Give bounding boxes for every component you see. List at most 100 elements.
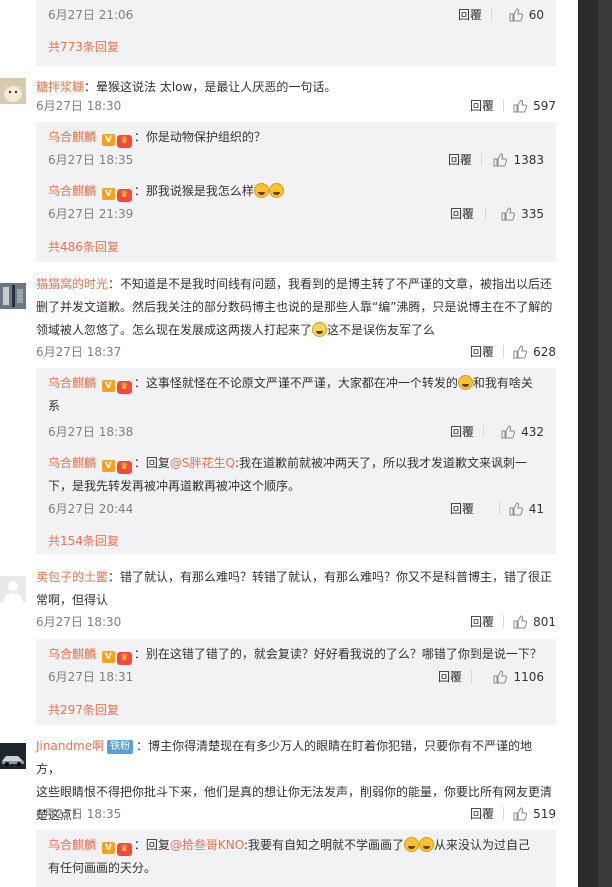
like-count: 801: [533, 615, 556, 629]
reply-meta: 6月27日 18:35 回覆 1383: [48, 151, 544, 169]
reply-text: :我要有自知之明就不学画画了: [243, 838, 405, 852]
comment-body: 猫猫窝的时光：不知道是不是我时间线有问题，我看到的是博主转了不严谨的文章，被指出…: [36, 277, 553, 337]
sweat-emoji-icon: [457, 375, 473, 390]
like-button[interactable]: 1106: [493, 668, 544, 686]
like-count: 1106: [513, 670, 544, 684]
comment-author[interactable]: Jinandme啊: [36, 739, 104, 753]
member-badge-icon: ♛: [116, 461, 132, 474]
like-button[interactable]: 60: [509, 6, 544, 24]
laughing-emoji-icon: [419, 837, 435, 852]
reply-timestamp: 6月27日 18:38: [48, 425, 134, 439]
like-count: 1383: [513, 153, 544, 167]
like-button[interactable]: 1383: [493, 151, 544, 169]
reply-button[interactable]: 回覆: [458, 6, 482, 24]
like-count: 597: [533, 99, 556, 113]
like-button[interactable]: 801: [513, 613, 556, 631]
reply-meta: 6月27日 21:06 回覆 60: [48, 6, 544, 24]
reply-author[interactable]: 乌合麒麟: [48, 647, 96, 661]
more-replies-link[interactable]: 共297条回复: [48, 701, 119, 718]
more-replies-link[interactable]: 共773条回复: [48, 38, 119, 55]
reply-body: 乌合麒麟 V ♛ ：那我说猴是我怎么样: [48, 180, 544, 203]
member-badge-icon: ♛: [116, 843, 132, 856]
reply-body: 乌合麒麟 V ♛ ：你是动物保护组织的？: [48, 130, 266, 148]
like-button[interactable]: 519: [513, 805, 556, 823]
scrollbar-thumb[interactable]: [598, 0, 612, 887]
reply-meta: 6月27日 18:31 回覆 1106: [48, 668, 544, 686]
thumbs-up-icon: [501, 207, 516, 221]
reply-meta: 6月27日 21:39 回覆 335: [48, 205, 544, 223]
reply-box: 乌合麒麟 V ♛ ：你是动物保护组织的？ 6月27日 18:35 回覆 1383 乌…: [36, 122, 556, 262]
reply-button[interactable]: 回覆: [450, 423, 474, 441]
reply-button[interactable]: 回覆: [470, 613, 494, 631]
like-count: 519: [533, 807, 556, 821]
like-count: 335: [521, 207, 544, 221]
reply-box: 乌合麒麟 V ♛ ：别在这错了错了的，就会复读？好好看我说的了么？哪错了你到是说一下…: [36, 639, 556, 725]
like-count: 432: [521, 425, 544, 439]
reply-prefix: 回复: [145, 456, 170, 470]
reply-timestamp: 6月27日 20:44: [48, 502, 134, 516]
car-avatar-icon: [0, 743, 26, 769]
reply-timestamp: 6月27日 21:39: [48, 207, 134, 221]
like-button[interactable]: 432: [501, 423, 544, 441]
reply-button[interactable]: 回覆: [448, 151, 472, 169]
reply-body: 乌合麒麟 V ♛ ：回复@S胖花生Q:我在道歉前就被冲两天了，所以我才发道歉文来讽刺…: [48, 456, 527, 493]
comment-author[interactable]: 卖包子的土鳖: [36, 570, 108, 584]
photo-avatar-icon: [0, 283, 26, 309]
like-count: 41: [528, 502, 544, 516]
thumbs-up-icon: [509, 502, 523, 516]
comment-meta: 6月27日 18:30 回覆 801: [36, 613, 556, 631]
like-button[interactable]: 41: [509, 500, 544, 518]
reply-prefix: 回复: [145, 838, 170, 852]
member-badge-icon: ♛: [116, 135, 132, 148]
verified-v-icon: V: [101, 134, 115, 146]
avatar[interactable]: [0, 78, 26, 104]
comment-meta: 6月27日 18:37 回覆 628: [36, 343, 556, 361]
reply-button[interactable]: 回覆: [470, 97, 494, 115]
reply-author[interactable]: 乌合麒麟: [48, 130, 96, 144]
avatar[interactable]: [0, 743, 26, 769]
comment-text: 错了就认，有那么难吗？转错了就认，有那么难吗？你又不是科普博主，错了很正: [120, 570, 553, 584]
avatar[interactable]: [0, 576, 26, 602]
mention-link[interactable]: @拾叁哥KNO: [170, 838, 244, 852]
laughing-emoji-icon: [404, 837, 420, 852]
reply-author[interactable]: 乌合麒麟: [48, 456, 96, 470]
reply-box-top: 6月27日 21:06 回覆 60 共773条回复: [36, 0, 556, 66]
reply-text: 有任何画画的天分。: [48, 861, 157, 875]
comment-author[interactable]: 猫猫窝的时光: [36, 277, 108, 291]
thumbs-up-icon: [513, 99, 528, 113]
more-replies-link[interactable]: 共486条回复: [48, 238, 119, 255]
like-button[interactable]: 597: [513, 97, 556, 115]
reply-button[interactable]: 回覆: [450, 205, 474, 223]
reply-button[interactable]: 回覆: [438, 668, 462, 686]
laughing-emoji-icon: [253, 183, 269, 198]
reply-text: 别在这错了错了的，就会复读？好好看我说的了么？哪错了你到是说一下？: [145, 647, 542, 661]
reply-meta: 6月27日 18:38 回覆 432: [48, 423, 544, 441]
iron-fan-badge: 铁粉: [107, 740, 134, 754]
reply-author[interactable]: 乌合麒麟: [48, 184, 96, 198]
comment-timestamp: 6月27日 18:30: [36, 99, 122, 113]
comment-author[interactable]: 糖拌浆糊: [36, 80, 84, 94]
reply-button[interactable]: 回覆: [450, 500, 474, 518]
reply-text: 和我有啥关: [472, 376, 533, 390]
thumbs-up-icon: [509, 8, 523, 22]
comment-body: 卖包子的土鳖：错了就认，有那么难吗？转错了就认，有那么难吗？你又不是科普博主，错…: [36, 570, 553, 607]
reply-text: 那我说猴是我怎么样: [145, 184, 254, 198]
reply-button[interactable]: 回覆: [470, 343, 494, 361]
cat-avatar-icon: [0, 78, 26, 104]
comment-meta: 6月27日 18:35 回覆 519: [36, 805, 556, 823]
more-replies-link[interactable]: 共154条回复: [48, 532, 119, 549]
reply-button[interactable]: 回覆: [470, 805, 494, 823]
reply-author[interactable]: 乌合麒麟: [48, 376, 96, 390]
like-button[interactable]: 628: [513, 343, 556, 361]
mention-link[interactable]: @S胖花生Q: [170, 456, 235, 470]
laughing-emoji-icon: [268, 183, 284, 198]
reply-body: 乌合麒麟 V ♛ ：别在这错了错了的，就会复读？好好看我说的了么？哪错了你到是说一下…: [48, 647, 542, 665]
verified-v-icon: V: [101, 188, 115, 200]
comment-thread: 6月27日 21:06 回覆 60 共773条回复 糖拌浆糊：晕猴这说法 太lo…: [0, 0, 578, 887]
reply-timestamp: 6月27日 21:06: [48, 8, 134, 22]
like-button[interactable]: 335: [501, 205, 544, 223]
reply-author[interactable]: 乌合麒麟: [48, 838, 96, 852]
reply-body: 乌合麒麟 V ♛ ：这事怪就怪在不论原文严谨不严谨，大家都在冲一个转发的 和我有啥关 …: [48, 375, 533, 413]
reply-body: 乌合麒麟 V ♛ ：回复@拾叁哥KNO:我要有自知之明就不学画画了 从来没认为过自己 …: [48, 837, 531, 875]
avatar[interactable]: [0, 283, 26, 309]
